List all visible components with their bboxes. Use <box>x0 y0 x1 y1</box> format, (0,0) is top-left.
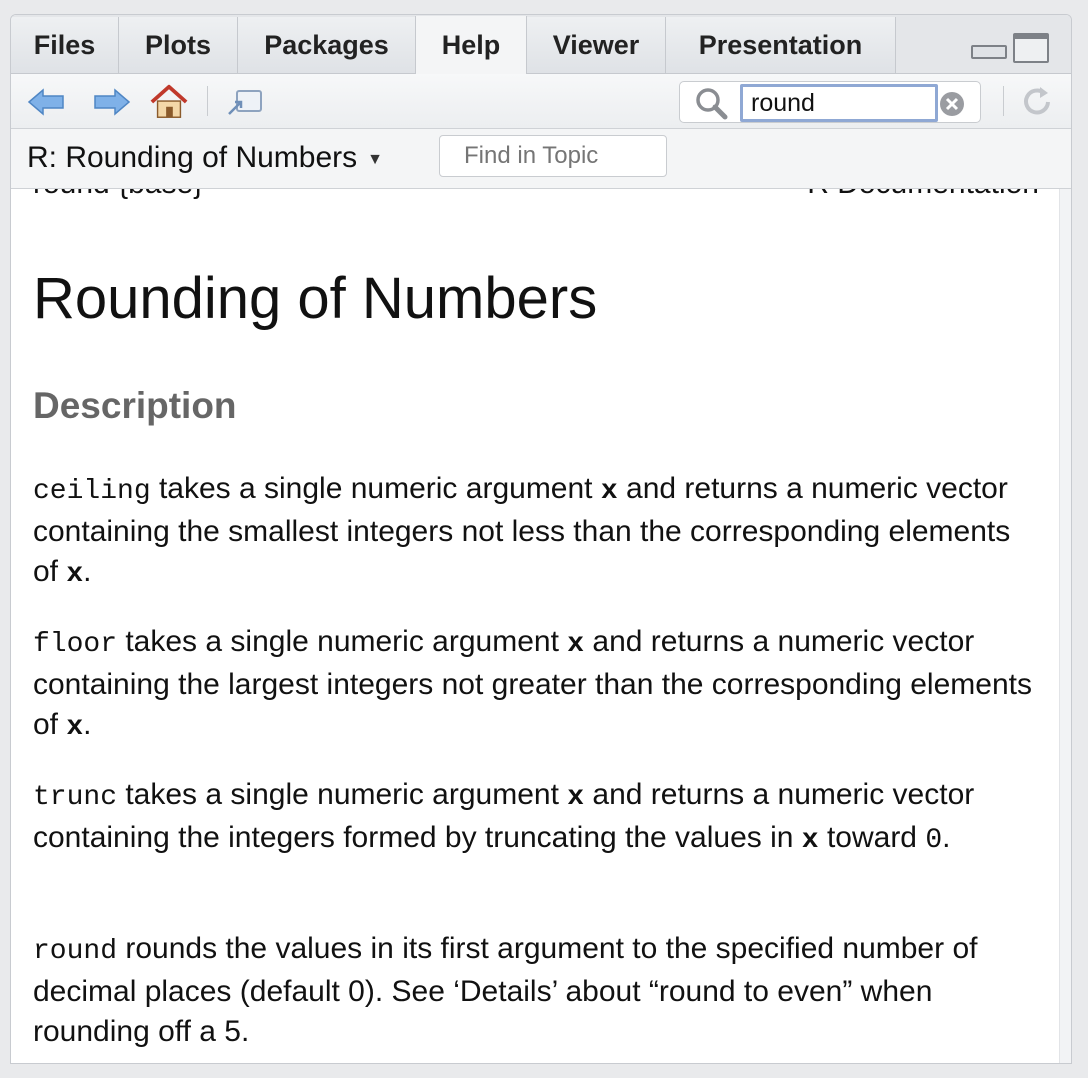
code-term: round <box>33 936 118 967</box>
topic-selector[interactable]: R: Rounding of Numbers ▼ <box>27 141 383 175</box>
pane-tab-bar: Files Plots Packages Help Viewer Present… <box>11 15 1071 74</box>
paragraph-text: rounds the values in its first argument … <box>33 932 978 1048</box>
tab-help[interactable]: Help <box>415 16 527 74</box>
help-topic-bar: R: Rounding of Numbers ▼ <box>11 129 1071 189</box>
paragraph-text: takes a single numeric argument <box>150 472 601 505</box>
doc-header-right: R Documentation <box>807 189 1039 203</box>
help-toolbar <box>11 74 1071 129</box>
doc-header-left: round {base} <box>33 189 203 203</box>
paragraph-round: round rounds the values in its first arg… <box>33 929 1043 1052</box>
tab-plots[interactable]: Plots <box>119 17 238 73</box>
section-title: Description <box>33 385 237 426</box>
help-pane: Files Plots Packages Help Viewer Present… <box>10 14 1072 1064</box>
help-search-input[interactable] <box>740 84 938 122</box>
topic-title: R: Rounding of Numbers <box>27 141 358 174</box>
code-term: trunc <box>33 782 118 813</box>
find-in-topic-input[interactable] <box>439 135 667 177</box>
tab-files[interactable]: Files <box>11 17 119 73</box>
tab-viewer[interactable]: Viewer <box>527 17 666 73</box>
clear-search-icon[interactable] <box>938 90 966 123</box>
chevron-down-icon: ▼ <box>367 151 384 168</box>
pane-window-controls <box>971 33 1049 63</box>
forward-arrow-icon[interactable] <box>91 84 131 120</box>
show-in-new-window-icon[interactable] <box>225 84 265 120</box>
help-search-box <box>679 81 981 123</box>
doc-scrollbar[interactable] <box>1059 189 1071 1063</box>
maximize-pane-button[interactable] <box>1013 33 1049 63</box>
code-term: floor <box>33 629 118 660</box>
code-term: ceiling <box>33 476 151 507</box>
paragraph-text: toward <box>818 821 926 854</box>
tab-presentation[interactable]: Presentation <box>666 17 896 73</box>
help-document: round {base} R Documentation Rounding of… <box>11 189 1069 1063</box>
code-term: 0 <box>925 825 943 856</box>
code-term: x <box>66 712 84 743</box>
paragraph-text: . <box>83 555 92 588</box>
paragraph-trunc: trunc takes a single numeric argument x … <box>33 775 1043 861</box>
paragraph-text: takes a single numeric argument <box>117 778 568 811</box>
search-icon <box>694 86 728 125</box>
paragraph-ceiling: ceiling takes a single numeric argument … <box>33 469 1043 595</box>
back-arrow-icon[interactable] <box>27 84 67 120</box>
page-title: Rounding of Numbers <box>33 266 598 331</box>
code-term: x <box>567 629 585 660</box>
home-icon[interactable] <box>149 84 189 120</box>
toolbar-divider <box>1003 86 1004 116</box>
tab-packages[interactable]: Packages <box>238 17 416 73</box>
paragraph-text: . <box>942 821 951 854</box>
code-term: x <box>567 782 585 813</box>
code-term: x <box>66 559 84 590</box>
code-term: x <box>600 476 618 507</box>
paragraph-floor: floor takes a single numeric argument x … <box>33 622 1043 748</box>
doc-header: round {base} R Documentation <box>33 189 1039 203</box>
code-term: x <box>801 825 819 856</box>
toolbar-divider <box>207 86 208 116</box>
minimize-pane-button[interactable] <box>971 33 1007 63</box>
refresh-icon[interactable] <box>1017 84 1057 120</box>
paragraph-text: . <box>83 708 92 741</box>
paragraph-text: takes a single numeric argument <box>117 625 568 658</box>
